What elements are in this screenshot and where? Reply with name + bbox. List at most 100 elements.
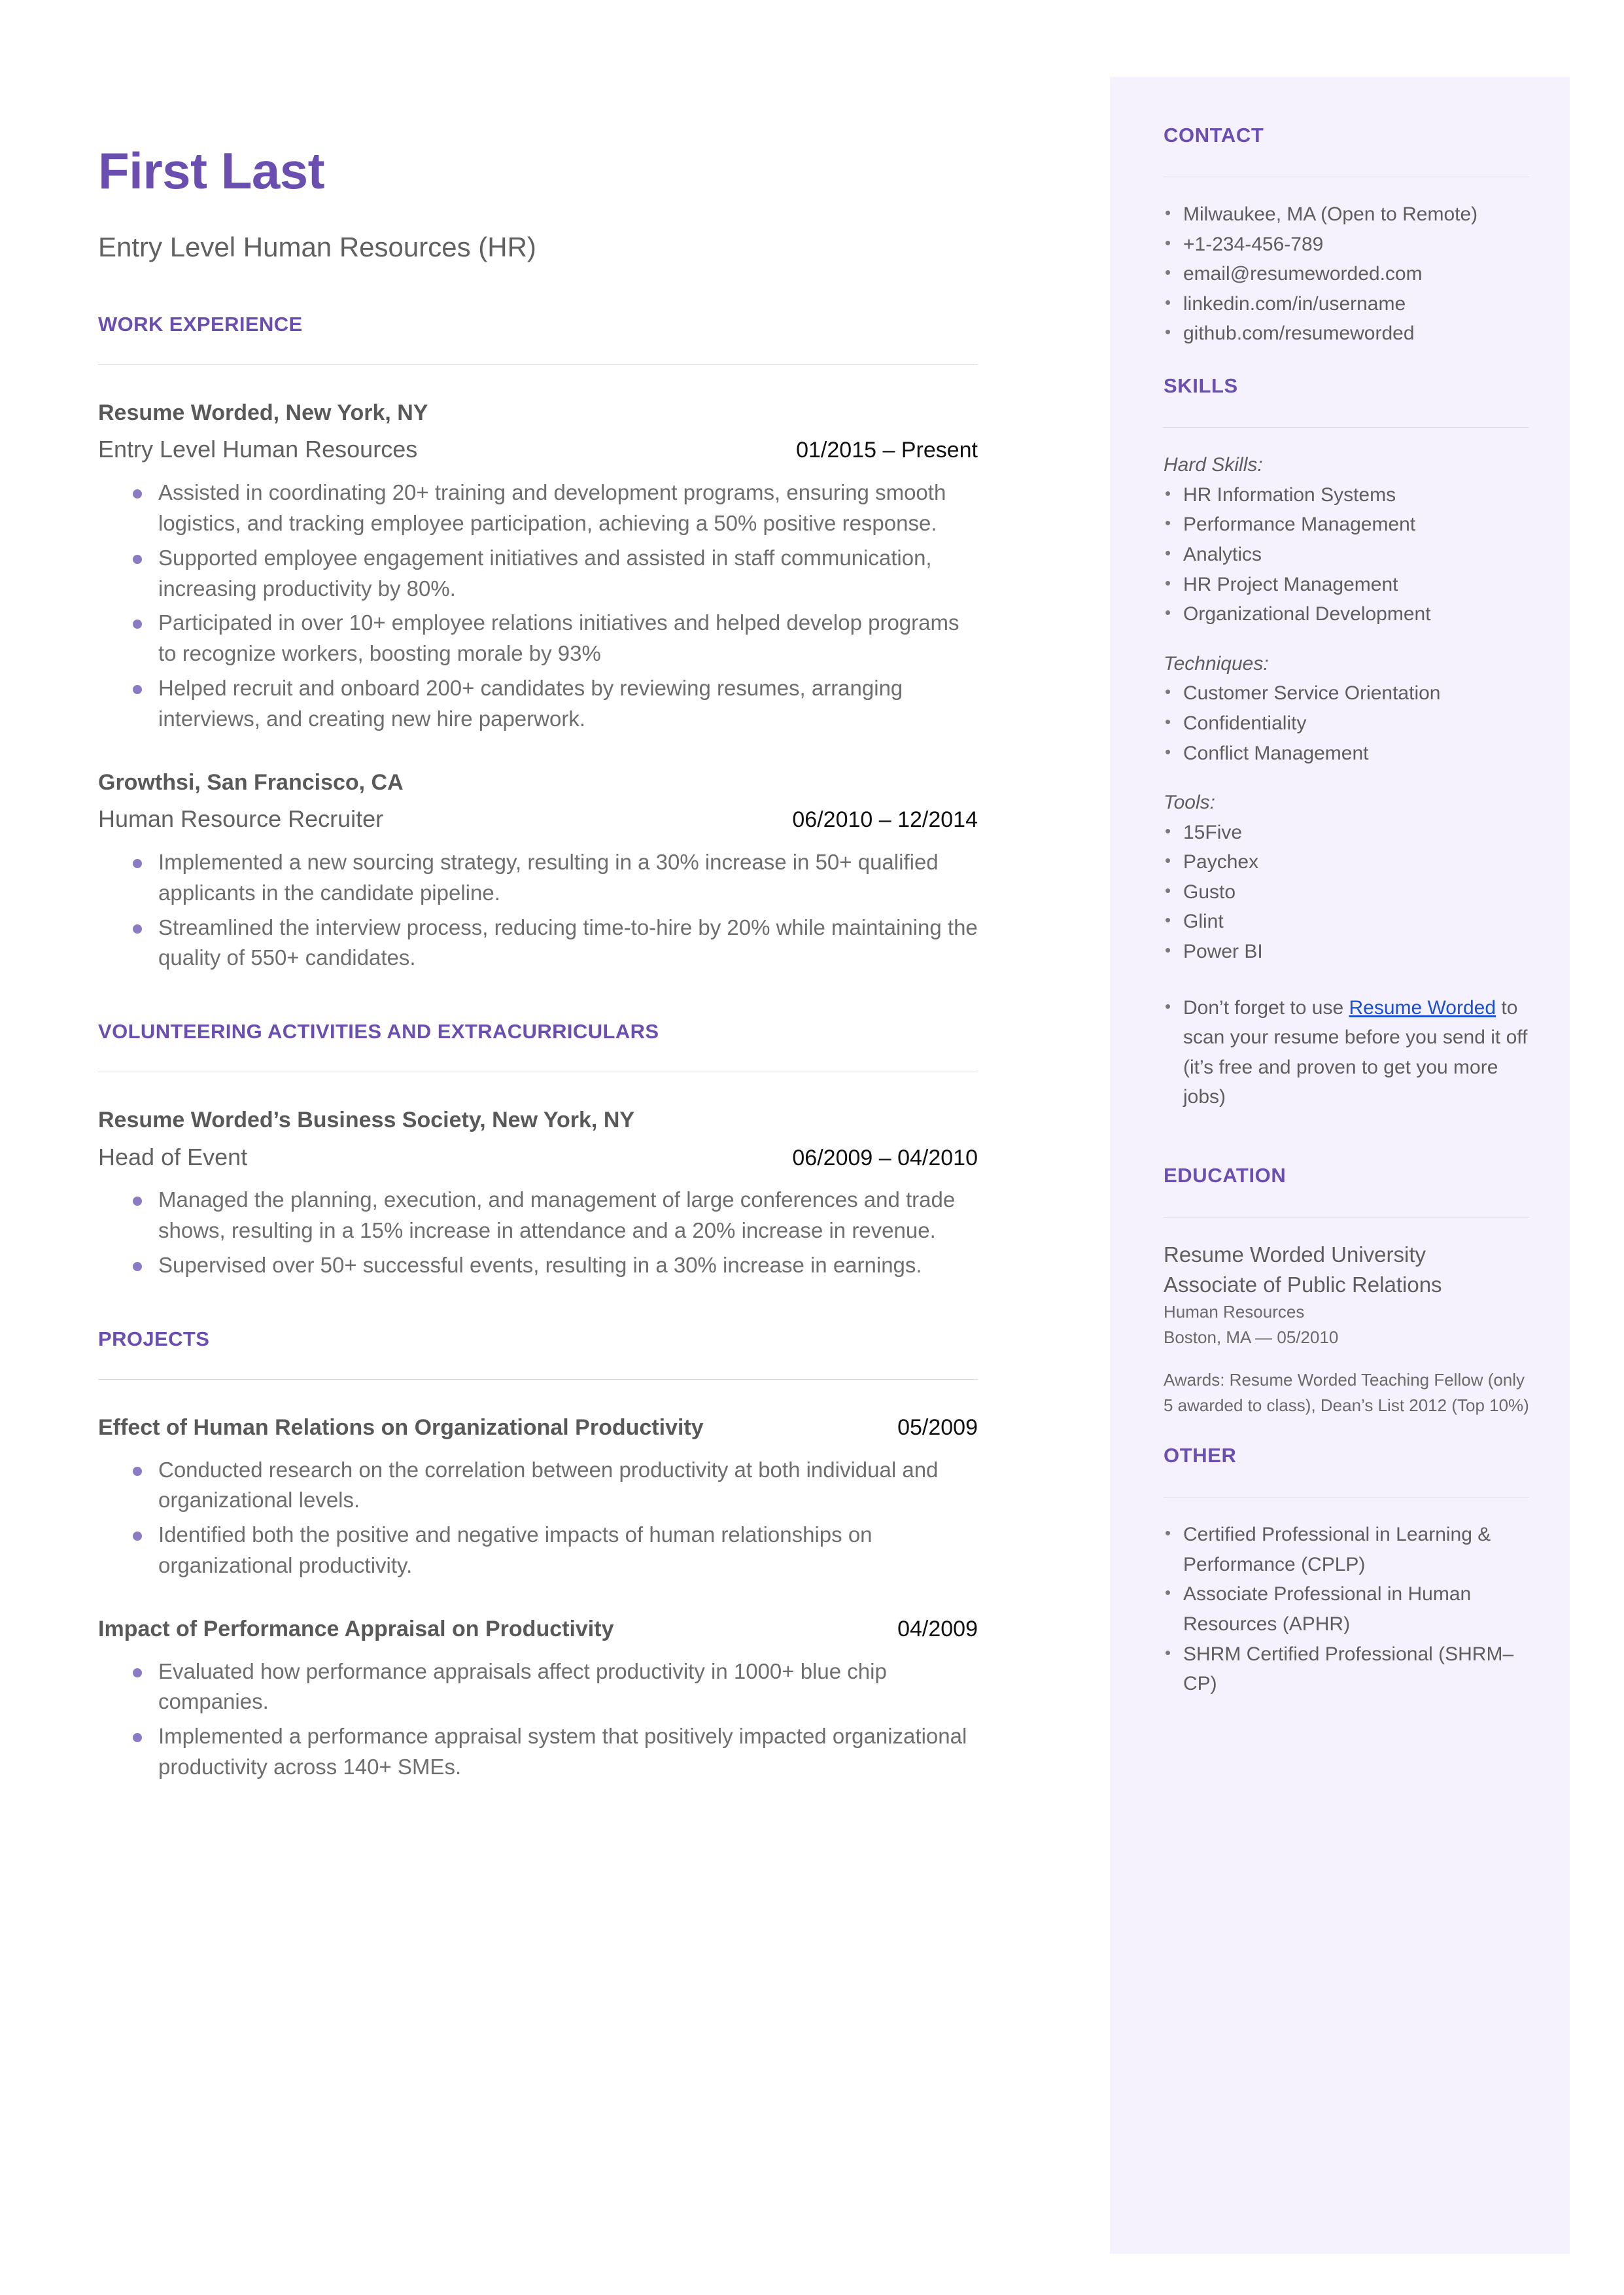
volunteering-heading: VOLUNTEERING ACTIVITIES AND EXTRACURRICU… [98,1020,659,1043]
entry-role-row: Human Resource Recruiter 06/2010 – 12/20… [98,804,978,834]
certification-item: SHRM Certified Professional (SHRM–CP) [1164,1639,1529,1699]
contact-github[interactable]: github.com/resumeworded [1164,319,1529,349]
contact-linkedin[interactable]: linkedin.com/in/username [1164,289,1529,319]
entry-role: Entry Level Human Resources [98,436,418,463]
entry-bullet-list: Assisted in coordinating 20+ training an… [98,478,978,735]
skill-item: Paychex [1164,847,1529,877]
sidebar-section-contact: CONTACT Milwaukee, MA (Open to Remote) +… [1164,124,1529,349]
entry-role-row: Head of Event 06/2009 – 04/2010 [98,1142,978,1172]
skills-group-hard: Hard Skills: HR Information Systems Perf… [1164,450,1529,629]
skill-item: Organizational Development [1164,599,1529,629]
project-title-row: Impact of Performance Appraisal on Produ… [98,1615,978,1643]
education-field: Human Resources [1164,1302,1305,1322]
bullet-item: Evaluated how performance appraisals aff… [98,1656,978,1718]
resume-worded-link[interactable]: Resume Worded [1349,997,1496,1019]
resume-page: CONTACT Milwaukee, MA (Open to Remote) +… [0,0,1624,2295]
contact-list: Milwaukee, MA (Open to Remote) +1-234-45… [1164,200,1529,349]
skills-heading: SKILLS [1164,374,1238,398]
bullet-item: Identified both the positive and negativ… [98,1520,978,1581]
entry-organization: Growthsi, San Francisco, CA [98,769,404,795]
entry-dates: 06/2009 – 04/2010 [792,1145,978,1170]
entry-organization: Resume Worded’s Business Society, New Yo… [98,1108,635,1133]
skill-item: Gusto [1164,877,1529,907]
bullet-item: Implemented a performance appraisal syst… [98,1721,978,1783]
section-work-experience: WORK EXPERIENCE Resume Worded, New York,… [98,313,978,973]
entry-role: Head of Event [98,1143,248,1170]
sidebar-section-education: EDUCATION Resume Worded University Assoc… [1164,1164,1529,1418]
project-bullet-list: Conducted research on the correlation be… [98,1455,978,1581]
bullet-item: Helped recruit and onboard 200+ candidat… [98,673,978,735]
education-location-date: Boston, MA — 05/2010 [1164,1327,1339,1348]
bullet-item: Assisted in coordinating 20+ training an… [98,478,978,539]
entry-bullet-list: Managed the planning, execution, and man… [98,1185,978,1281]
entry-role: Human Resource Recruiter [98,805,384,833]
work-experience-divider [98,364,978,365]
skills-group-label: Hard Skills: [1164,454,1263,476]
bullet-item: Supervised over 50+ successful events, r… [98,1250,978,1281]
sidebar-section-skills: SKILLS Hard Skills: HR Information Syste… [1164,374,1529,1112]
certification-item: Certified Professional in Learning & Per… [1164,1520,1529,1579]
skill-item: HR Project Management [1164,570,1529,600]
project-title: Effect of Human Relations on Organizatio… [98,1415,704,1441]
contact-email[interactable]: email@resumeworded.com [1164,259,1529,289]
projects-heading: PROJECTS [98,1327,210,1350]
skill-item: Confidentiality [1164,709,1529,739]
contact-location: Milwaukee, MA (Open to Remote) [1164,200,1529,230]
skill-item: Customer Service Orientation [1164,678,1529,709]
project-title: Impact of Performance Appraisal on Produ… [98,1617,614,1641]
education-school: Resume Worded University [1164,1242,1426,1267]
sidebar: CONTACT Milwaukee, MA (Open to Remote) +… [1110,77,1570,2254]
skill-item: Glint [1164,907,1529,937]
note-prefix: Don’t forget to use [1183,996,1349,1019]
bullet-item: Conducted research on the correlation be… [98,1455,978,1516]
bullet-item: Implemented a new sourcing strategy, res… [98,847,978,909]
work-entry: Growthsi, San Francisco, CA Human Resour… [98,769,978,973]
project-bullet-list: Evaluated how performance appraisals aff… [98,1656,978,1783]
skills-group-label: Tools: [1164,792,1215,814]
project-date: 04/2009 [897,1617,978,1641]
work-entry: Resume Worded, New York, NY Entry Level … [98,399,978,735]
certification-item: Associate Professional in Human Resource… [1164,1579,1529,1639]
bullet-item: Streamlined the interview process, reduc… [98,913,978,974]
project-entry: Effect of Human Relations on Organizatio… [98,1414,978,1581]
bullet-item: Managed the planning, execution, and man… [98,1185,978,1246]
education-degree: Associate of Public Relations [1164,1272,1442,1297]
project-date: 05/2009 [897,1415,978,1441]
education-divider [1164,1217,1529,1218]
entry-role-row: Entry Level Human Resources 01/2015 – Pr… [98,434,978,464]
entry-organization: Resume Worded, New York, NY [98,400,428,425]
sidebar-section-other: OTHER Certified Professional in Learning… [1164,1445,1529,1699]
education-entry: Resume Worded University Associate of Pu… [1164,1240,1529,1418]
education-awards: Awards: Resume Worded Teaching Fellow (o… [1164,1370,1529,1416]
candidate-title: Entry Level Human Resources (HR) [98,231,536,262]
skills-group-tools: Tools: 15Five Paychex Gusto Glint Power … [1164,788,1529,967]
skills-group-techniques: Techniques: Customer Service Orientation… [1164,649,1529,768]
entry-bullet-list: Implemented a new sourcing strategy, res… [98,847,978,973]
candidate-name: First Last [98,142,325,200]
other-heading: OTHER [1164,1444,1237,1467]
skill-item: Conflict Management [1164,739,1529,769]
projects-divider [98,1379,978,1380]
skill-item: Performance Management [1164,510,1529,540]
project-entry: Impact of Performance Appraisal on Produ… [98,1615,978,1783]
resume-worded-note: Don’t forget to use Resume Worded to sca… [1164,993,1529,1112]
skills-divider [1164,427,1529,429]
entry-dates: 06/2010 – 12/2014 [792,807,978,833]
skill-item: 15Five [1164,818,1529,848]
other-divider [1164,1497,1529,1498]
contact-heading: CONTACT [1164,124,1264,147]
contact-phone: +1-234-456-789 [1164,230,1529,260]
bullet-item: Supported employee engagement initiative… [98,543,978,604]
section-projects: PROJECTS Effect of Human Relations on Or… [98,1327,978,1783]
education-heading: EDUCATION [1164,1164,1287,1187]
skill-item: Power BI [1164,937,1529,967]
